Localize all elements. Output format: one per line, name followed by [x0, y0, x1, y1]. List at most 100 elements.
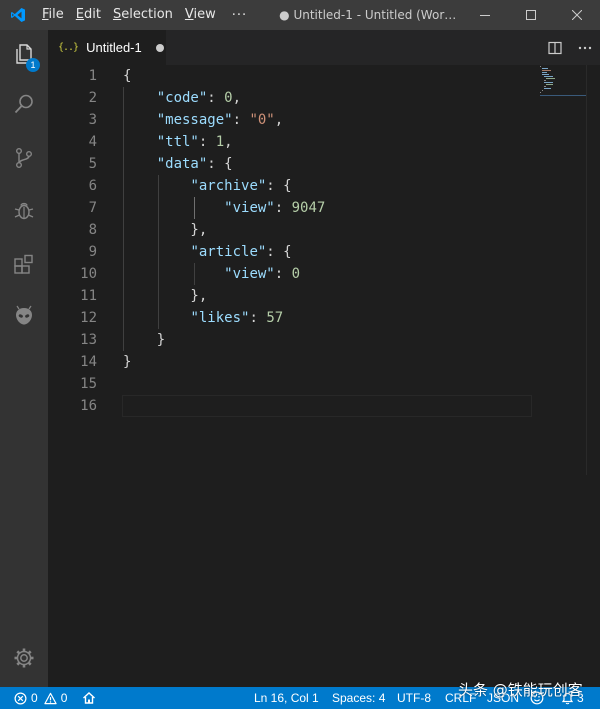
code-line[interactable] — [123, 373, 533, 395]
json-punctuation — [123, 134, 157, 150]
activity-explorer[interactable]: 1 — [0, 30, 48, 78]
menu-edit-label: dit — [84, 7, 101, 22]
code-line[interactable]: "likes": 57 — [123, 307, 533, 329]
menu-bar: File Edit Selection View ··· — [36, 0, 257, 30]
json-key: "archive" — [190, 178, 267, 194]
code-line[interactable]: "view": 9047 — [123, 197, 533, 219]
line-number: 10 — [80, 266, 97, 282]
line-number: 11 — [80, 288, 97, 304]
line-number: 3 — [88, 112, 97, 128]
code-line[interactable] — [123, 395, 533, 417]
tab-untitled-1[interactable]: {..} Untitled-1 — [48, 30, 166, 65]
code-line[interactable]: "data": { — [123, 153, 533, 175]
close-button[interactable] — [554, 0, 600, 30]
line-number: 9 — [88, 244, 97, 260]
indentation-setting[interactable]: Spaces: 4 — [332, 687, 385, 709]
json-punctuation — [123, 156, 157, 172]
activity-manage[interactable] — [0, 634, 48, 682]
json-punctuation: } — [123, 354, 132, 370]
json-punctuation: : — [198, 134, 216, 150]
code-line[interactable]: }, — [123, 219, 533, 241]
json-file-icon: {..} — [58, 42, 79, 53]
menu-edit[interactable]: Edit — [70, 0, 107, 30]
menu-more-button[interactable]: ··· — [222, 8, 257, 23]
code-line[interactable]: "article": { — [123, 241, 533, 263]
gear-icon — [14, 648, 34, 668]
split-editor-button[interactable] — [540, 30, 570, 65]
json-punctuation: : — [207, 90, 225, 106]
activity-alien-extension[interactable] — [0, 292, 48, 340]
code-line[interactable]: "code": 0, — [123, 87, 533, 109]
cursor-position[interactable]: Ln 16, Col 1 — [254, 687, 319, 709]
indent-guide — [123, 87, 124, 351]
line-number: 12 — [80, 310, 97, 326]
window-title: ● Untitled-1 - Untitled (Workspace) — [279, 8, 458, 22]
json-punctuation: , — [224, 134, 233, 150]
activity-search[interactable] — [0, 80, 48, 128]
json-number: 57 — [266, 310, 284, 326]
warning-count: 0 — [60, 691, 68, 705]
more-actions-button[interactable] — [570, 30, 600, 65]
code-line[interactable]: { — [123, 65, 533, 87]
json-key: "data" — [156, 156, 208, 172]
error-icon — [14, 692, 27, 704]
remote-home-button[interactable] — [82, 687, 96, 709]
code-editor[interactable]: 1 2 3 4 5 6 7 8 9 10 11 12 13 14 15 16 { "code": 0, "me… — [48, 65, 600, 687]
encoding-setting[interactable]: UTF-8 — [397, 687, 431, 709]
activity-extensions[interactable] — [0, 240, 48, 288]
json-punctuation: : { — [266, 178, 292, 194]
editor-actions — [540, 30, 600, 65]
json-punctuation: : — [249, 310, 267, 326]
vertical-scrollbar[interactable] — [586, 65, 600, 475]
json-punctuation: } — [123, 332, 166, 348]
code-line[interactable]: } — [123, 329, 533, 351]
home-icon — [83, 692, 95, 704]
maximize-button[interactable] — [508, 0, 554, 30]
json-punctuation: : — [274, 200, 292, 216]
json-punctuation: : — [232, 112, 250, 128]
code-line[interactable]: "view": 0 — [123, 263, 533, 285]
menu-view[interactable]: View — [179, 0, 222, 30]
code-line[interactable]: "message": "0", — [123, 109, 533, 131]
code-line[interactable]: }, — [123, 285, 533, 307]
line-number: 15 — [80, 376, 97, 392]
window-controls — [462, 0, 600, 30]
line-number-gutter: 1 2 3 4 5 6 7 8 9 10 11 12 13 14 15 16 — [48, 65, 114, 417]
alien-icon — [16, 305, 32, 325]
menu-file[interactable]: File — [36, 0, 70, 30]
code-line[interactable]: "ttl": 1, — [123, 131, 533, 153]
source-control-icon — [15, 148, 32, 169]
json-key: "view" — [224, 266, 275, 282]
activity-debug[interactable] — [0, 186, 48, 234]
vscode-logo-icon — [0, 0, 36, 30]
menu-selection[interactable]: Selection — [107, 0, 179, 30]
json-number: 1 — [215, 134, 225, 150]
minimap-slider[interactable] — [540, 95, 586, 96]
json-key: "code" — [156, 90, 208, 106]
error-count: 0 — [31, 691, 38, 705]
tab-label: Untitled-1 — [86, 40, 142, 55]
extensions-icon — [14, 254, 33, 274]
code-line[interactable]: } — [123, 351, 533, 373]
json-punctuation — [123, 244, 190, 260]
indent-guide — [158, 175, 159, 329]
activity-bar: 1 — [0, 30, 48, 687]
minimap[interactable] — [538, 65, 586, 105]
activity-source-control[interactable] — [0, 134, 48, 182]
line-number: 5 — [88, 156, 97, 172]
json-punctuation: : { — [266, 244, 292, 260]
problems-indicator[interactable]: 0 0 — [14, 687, 67, 709]
line-number: 1 — [88, 68, 97, 84]
line-number: 16 — [80, 398, 97, 414]
unsaved-dot-icon[interactable] — [155, 43, 164, 52]
code-line[interactable]: "archive": { — [123, 175, 533, 197]
json-punctuation: }, — [123, 288, 208, 304]
watermark-text: 头条 @铁能玩创客 — [458, 680, 583, 699]
code-content[interactable]: { "code": 0, "message": "0", "ttl": 1, "… — [123, 65, 533, 417]
minimize-button[interactable] — [462, 0, 508, 30]
json-string: "0" — [249, 112, 275, 128]
menu-view-label: iew — [193, 7, 216, 22]
line-number: 14 — [80, 354, 97, 370]
indent-guide-active — [194, 197, 195, 219]
explorer-badge: 1 — [26, 58, 40, 72]
